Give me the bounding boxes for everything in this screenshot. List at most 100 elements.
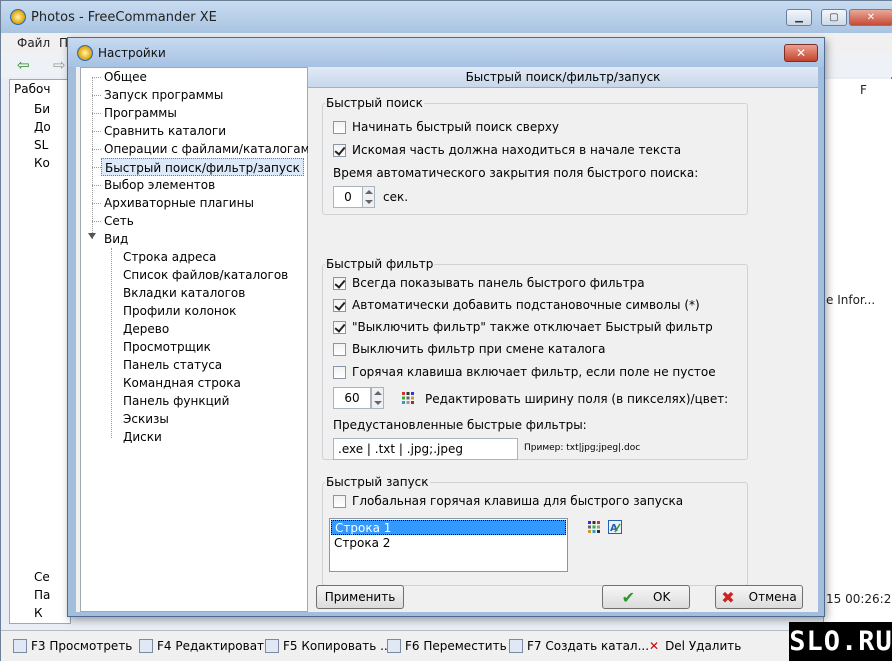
timeout-stepper[interactable]: [362, 186, 375, 208]
delete-icon: ✕: [649, 639, 660, 653]
right-date-text: 15 00:26:2: [826, 592, 892, 606]
tree-documents[interactable]: До: [34, 120, 51, 134]
tree-item-compare[interactable]: Сравнить каталоги: [101, 122, 229, 140]
dialog-body: Общее Запуск программы Программы Сравнит…: [76, 67, 818, 612]
match-start-checkbox[interactable]: Искомая часть должна находиться в начале…: [333, 142, 681, 158]
dialog-close-button[interactable]: ✕: [784, 44, 818, 62]
quick-filter-group: Быстрый фильтр Всегда показывать панель …: [322, 257, 748, 460]
forward-arrow-icon[interactable]: ⇨: [53, 56, 66, 74]
tree-item-selection[interactable]: Выбор элементов: [101, 176, 218, 194]
list-item[interactable]: Строка 1: [331, 520, 566, 535]
field-width-stepper[interactable]: [371, 387, 384, 409]
show-filter-panel-checkbox[interactable]: Всегда показывать панель быстрого фильтр…: [333, 275, 645, 291]
global-hotkey-checkbox[interactable]: Глобальная горячая клавиша для быстрого …: [333, 493, 683, 509]
field-width-input[interactable]: 60: [333, 387, 371, 409]
presets-label: Предустановленные быстрые фильтры:: [333, 418, 587, 432]
app-icon: [10, 9, 26, 25]
panel-title: Быстрый поиск/фильтр/запуск: [308, 67, 818, 88]
f6-move-button[interactable]: F6 Переместить ...: [387, 635, 522, 657]
tree-subitem-function-bar[interactable]: Панель функций: [120, 392, 232, 410]
tree-item-quick-search[interactable]: Быстрый поиск/фильтр/запуск: [101, 158, 304, 176]
tree-sl[interactable]: SL: [34, 138, 48, 152]
main-close-button[interactable]: ✕: [849, 9, 892, 26]
quick-filter-title: Быстрый фильтр: [325, 257, 435, 271]
tree-subitem-drives[interactable]: Диски: [120, 428, 165, 446]
sloru-logo: SLO.RU: [789, 622, 892, 661]
timeout-input[interactable]: 0: [333, 186, 363, 208]
tree-network[interactable]: Се: [34, 570, 50, 584]
tree-computer[interactable]: Ко: [34, 156, 50, 170]
color-grid-icon[interactable]: [401, 391, 415, 405]
right-file-panel: F e Infor... 15 00:26:2: [823, 79, 892, 624]
f3-view-button[interactable]: F3 Просмотреть: [13, 635, 132, 657]
quick-launch-title: Быстрый запуск: [325, 475, 430, 489]
view-icon: [13, 639, 27, 653]
cancel-button[interactable]: ✖ Отмена: [715, 585, 803, 609]
tree-item-archive-plugins[interactable]: Архиваторные плагины: [101, 194, 257, 212]
settings-tree: Общее Запуск программы Программы Сравнит…: [80, 67, 317, 612]
tree-subitem-status-bar[interactable]: Панель статуса: [120, 356, 225, 374]
tree-item-startup[interactable]: Запуск программы: [101, 86, 226, 104]
cancel-icon: ✖: [721, 587, 735, 607]
font-edit-icon[interactable]: A: [608, 520, 622, 534]
tree-subitem-address-bar[interactable]: Строка адреса: [120, 248, 219, 266]
list-item[interactable]: Строка 2: [331, 536, 566, 551]
right-info-text: e Infor...: [826, 293, 876, 307]
left-tree-panel: Рабоч Би До SL Ко Се Па К: [9, 79, 71, 624]
f4-edit-button[interactable]: F4 Редактировать: [139, 635, 271, 657]
back-arrow-icon[interactable]: ⇦: [17, 56, 30, 74]
dialog-title: Настройки: [98, 46, 166, 60]
del-delete-button[interactable]: ✕ Del Удалить: [649, 635, 741, 657]
menu-file[interactable]: Файл: [17, 36, 50, 50]
function-key-bar: F3 Просмотреть F4 Редактировать F5 Копир…: [1, 630, 892, 661]
tree-subitem-file-list[interactable]: Список файлов/каталогов: [120, 266, 291, 284]
search-from-top-checkbox[interactable]: Начинать быстрый поиск сверху: [333, 119, 559, 135]
tree-subitem-command-line[interactable]: Командная строка: [120, 374, 244, 392]
grid-icon[interactable]: [587, 520, 601, 534]
move-icon: [387, 639, 401, 653]
tree-subitem-viewer[interactable]: Просмотрщик: [120, 338, 214, 356]
apply-button[interactable]: Применить: [316, 585, 404, 609]
copy-icon: [265, 639, 279, 653]
timeout-unit: сек.: [383, 190, 409, 204]
launch-list: Строка 1 Строка 2: [329, 518, 568, 572]
match-start-box[interactable]: [333, 143, 346, 157]
disable-on-dir-change-checkbox[interactable]: Выключить фильтр при смене каталога: [333, 341, 605, 357]
tree-item-programs[interactable]: Программы: [101, 104, 180, 122]
tree-subitem-column-profiles[interactable]: Профили колонок: [120, 302, 239, 320]
tree-libraries[interactable]: Би: [34, 102, 50, 116]
search-from-top-box[interactable]: [333, 120, 346, 134]
tree-k[interactable]: К: [34, 606, 43, 620]
tree-desktop[interactable]: Рабоч: [14, 82, 50, 96]
tree-item-view[interactable]: Вид: [101, 230, 131, 248]
presets-input[interactable]: .exe | .txt | .jpg;.jpeg: [333, 438, 518, 460]
expand-arrow-icon[interactable]: [88, 233, 96, 239]
settings-dialog: Настройки ✕ Общее Запуск программы Прогр…: [67, 37, 825, 617]
edit-icon: [139, 639, 153, 653]
main-title-bar: Photos - FreeCommander XE ▁ ▢ ✕: [1, 1, 892, 33]
right-label-f: F: [860, 83, 867, 97]
tree-subitem-thumbnails[interactable]: Эскизы: [120, 410, 172, 428]
add-wildcards-checkbox[interactable]: Автоматически добавить подстановочные си…: [333, 297, 700, 313]
settings-app-icon: [77, 45, 93, 61]
maximize-button[interactable]: ▢: [821, 9, 847, 26]
tree-item-general[interactable]: Общее: [101, 68, 150, 86]
f7-create-folder-button[interactable]: F7 Создать катал...: [509, 635, 649, 657]
hotkey-enables-filter-checkbox[interactable]: Горячая клавиша включает фильтр, если по…: [333, 364, 716, 380]
settings-panel: Быстрый поиск/фильтр/запуск Быстрый поис…: [308, 67, 818, 586]
disable-filter-also-quick-checkbox[interactable]: "Выключить фильтр" также отключает Быстр…: [333, 319, 713, 335]
tree-subitem-tabs[interactable]: Вкладки каталогов: [120, 284, 248, 302]
tree-item-file-operations[interactable]: Операции с файлами/каталогами: [101, 140, 320, 158]
main-title: Photos - FreeCommander XE: [31, 10, 217, 25]
ok-button[interactable]: ✔ OK: [602, 585, 690, 609]
check-icon: ✔: [621, 587, 636, 607]
f5-copy-button[interactable]: F5 Копировать ...: [265, 635, 392, 657]
tree-item-network[interactable]: Сеть: [101, 212, 137, 230]
tree-subitem-tree[interactable]: Дерево: [120, 320, 172, 338]
timeout-label: Время автоматического закрытия поля быст…: [333, 166, 699, 180]
dialog-title-bar: Настройки ✕: [68, 38, 824, 67]
tree-panel[interactable]: Па: [34, 588, 50, 602]
folder-icon: [509, 639, 523, 653]
minimize-button[interactable]: ▁: [786, 9, 812, 26]
quick-search-group: Быстрый поиск Начинать быстрый поиск све…: [322, 96, 748, 215]
